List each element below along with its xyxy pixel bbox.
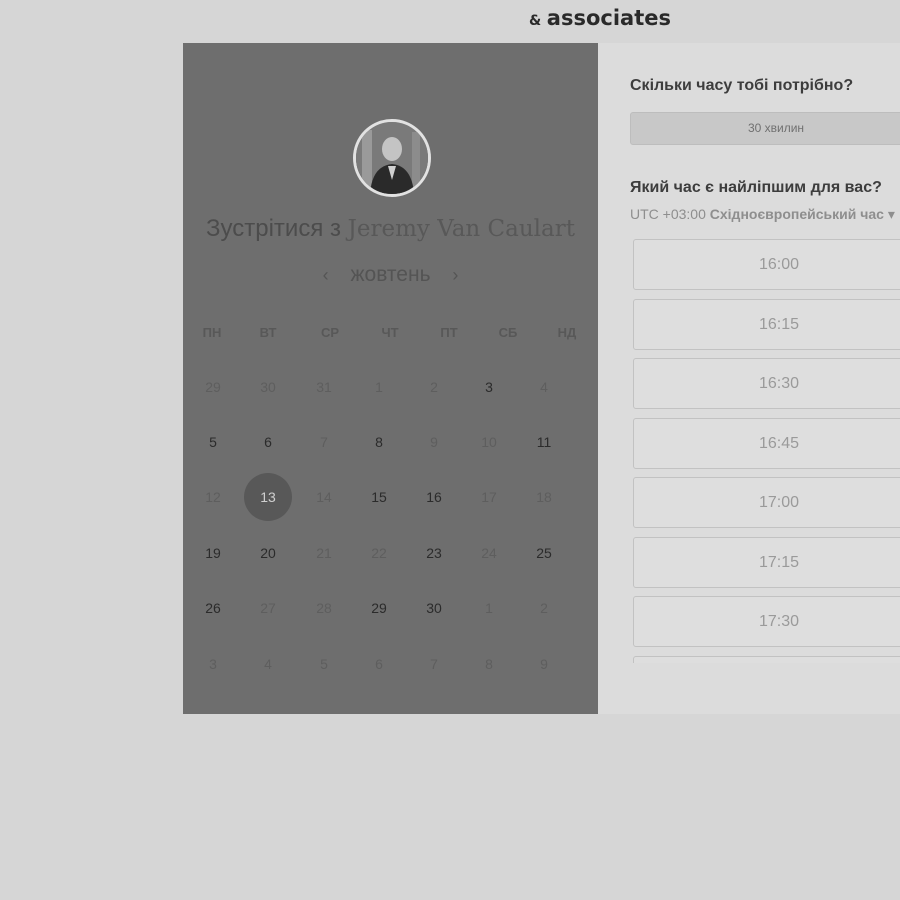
calendar-day[interactable]: 6 [244,418,292,466]
calendar-day: 2 [540,600,548,616]
calendar-day[interactable]: 19 [189,529,237,577]
next-month-icon[interactable]: › [444,265,466,286]
weekday-label: ПН [202,325,222,340]
calendar-day-selected[interactable]: 13 [244,473,292,521]
calendar-day[interactable]: 20 [244,529,292,577]
calendar-day: 7 [430,656,438,672]
calendar-day: 17 [481,489,497,505]
calendar-day: 9 [430,434,438,450]
time-slot-button[interactable]: 16:45 [633,417,900,469]
brand-ampersand: & [529,13,542,29]
time-slot-button[interactable]: 16:15 [633,298,900,350]
time-slot-button[interactable]: 16:30 [633,358,900,409]
calendar-day: 4 [540,379,548,395]
weekday-label: СР [320,325,340,340]
calendar-day: 6 [375,656,383,672]
timezone-offset: UTC +03:00 [630,206,706,222]
calendar-day: 30 [260,379,276,395]
weekday-label: ЧТ [381,325,399,340]
calendar-day: 27 [260,600,276,616]
meet-heading: Зустрітися з Jeremy Van Caulart [183,215,598,243]
brand-word: associates [546,6,671,30]
meet-prefix: Зустрітися з [206,215,341,242]
calendar-day: 4 [264,656,272,672]
calendar-day[interactable]: 26 [189,584,237,632]
calendar-day[interactable]: 25 [520,529,568,577]
calendar-day[interactable]: 8 [355,418,403,466]
booking-card: Зустрітися з Jeremy Van Caulart ‹ жовтен… [183,43,900,714]
calendar-day: 21 [316,545,332,561]
calendar-day[interactable]: 29 [355,584,403,632]
calendar-day: 31 [316,379,332,395]
calendar-day: 22 [371,545,387,561]
calendar-day: 24 [481,545,497,561]
time-slot-button[interactable]: 17:30 [633,596,900,647]
timezone-name: Східноєвропейський час [709,206,884,222]
calendar-day: 5 [320,656,328,672]
time-slot-button[interactable]: 17:15 [633,536,900,588]
duration-question: Скільки часу тобі потрібно? [630,77,854,94]
calendar-day: 14 [316,489,332,505]
calendar-day: 9 [540,656,548,672]
month-label: жовтень [350,263,431,286]
weekday-label: СБ [498,325,518,340]
calendar-day: 1 [485,600,493,616]
time-slot-button[interactable] [633,655,900,663]
weekday-label: ВТ [259,325,277,340]
calendar-day[interactable]: 5 [189,418,237,466]
calendar-day[interactable]: 15 [355,473,403,521]
calendar-day: 2 [430,379,438,395]
month-navigation: ‹ жовтень › [183,263,598,287]
calendar-day[interactable]: 23 [410,529,458,577]
calendar-day[interactable]: 30 [410,584,458,632]
calendar-day: 12 [205,489,221,505]
timezone-selector[interactable]: UTC +03:00 Східноєвропейський час ▾ [630,206,895,223]
calendar-day[interactable]: 16 [410,473,458,521]
calendar-day[interactable]: 11 [520,418,568,466]
calendar-day: 3 [209,656,217,672]
calendar-day: 1 [375,379,383,395]
weekday-label: НД [557,325,577,340]
time-slot-button[interactable]: 16:00 [633,239,900,290]
calendar-day: 7 [320,434,328,450]
booking-panel: Скільки часу тобі потрібно? 30 хвилин Як… [598,43,900,714]
calendar-day: 10 [481,434,497,450]
chevron-down-icon: ▾ [887,206,895,222]
calendar-day: 18 [536,489,552,505]
time-slot-list: 16:00 16:15 16:30 16:45 17:00 17:15 17:30 [633,239,900,663]
calendar-day: 28 [316,600,332,616]
calendar-day: 29 [205,379,221,395]
calendar-day[interactable]: 3 [465,363,513,411]
weekday-label: ПТ [440,325,458,340]
host-name: Jeremy Van Caulart [347,216,575,242]
time-slot-button[interactable]: 17:00 [633,477,900,528]
time-question: Який час є найліпшим для вас? [630,179,882,196]
calendar-day: 8 [485,656,493,672]
avatar [353,119,431,197]
brand-logo: & associates [529,6,671,30]
duration-button[interactable]: 30 хвилин [630,112,900,145]
calendar-panel: Зустрітися з Jeremy Van Caulart ‹ жовтен… [183,43,598,714]
prev-month-icon[interactable]: ‹ [315,265,337,286]
